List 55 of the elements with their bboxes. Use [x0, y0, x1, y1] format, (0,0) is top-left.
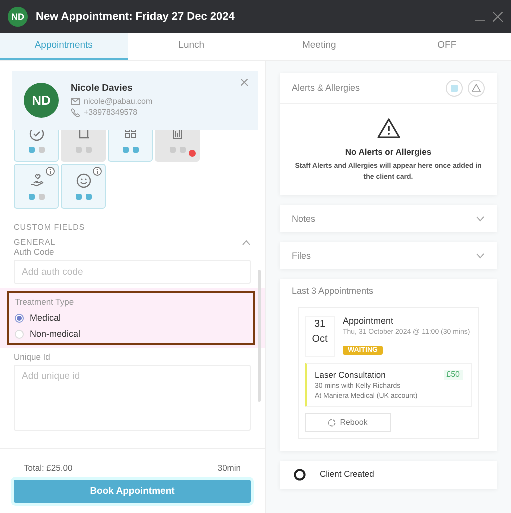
service-price: £50 [444, 370, 463, 380]
client-name: Nicole Davies [71, 83, 134, 94]
section-title: Files [292, 250, 312, 261]
field-label: Auth Code [14, 247, 56, 257]
book-appointment-button[interactable]: Book Appointment [14, 480, 251, 503]
form-tile[interactable] [61, 130, 106, 162]
client-email: nicole@pabau.com [84, 97, 153, 106]
smile-icon [76, 173, 92, 189]
radio-option[interactable]: Medical [15, 313, 247, 323]
card-title: Last 3 Appointments [292, 286, 374, 296]
date-day: 31 [314, 319, 326, 330]
hand-heart-icon [28, 173, 44, 189]
close-button[interactable] [493, 12, 503, 22]
total-price: Total: £25.00 [24, 463, 73, 473]
collapsible-section[interactable]: Notes [280, 205, 497, 232]
collapsible-section[interactable]: Files [280, 242, 497, 270]
warning-icon [376, 118, 400, 139]
rebook-button[interactable]: Rebook [305, 413, 391, 432]
input-field[interactable]: Add unique id [14, 365, 251, 431]
phone-icon [71, 108, 80, 117]
minimize-icon [475, 20, 485, 22]
group-heading: GENERAL [14, 238, 56, 247]
radio-option[interactable]: Non-medical [15, 329, 247, 339]
window-title: New Appointment: Friday 27 Dec 2024 [36, 10, 236, 22]
field-label: Unique Id [14, 352, 52, 362]
warning-icon [472, 84, 481, 92]
client-phone: +38978349578 [84, 108, 138, 117]
user-avatar: ND [8, 6, 28, 26]
refresh-icon [328, 418, 336, 427]
client-avatar: ND [24, 83, 59, 118]
timeline-title: Client Created [320, 469, 374, 480]
form-tile[interactable] [108, 130, 153, 162]
form-tile[interactable] [14, 130, 59, 162]
section-title: Notes [292, 214, 316, 224]
close-button[interactable] [241, 77, 248, 89]
field-label: Treatment Type [15, 297, 76, 307]
section-heading: CUSTOM FIELDS [14, 223, 86, 232]
card-title: Alerts & Allergies [292, 83, 360, 93]
close-icon [493, 12, 503, 22]
square-icon [451, 84, 458, 92]
scrollbar[interactable] [258, 270, 261, 402]
circle-icon [294, 469, 306, 482]
appointment-title: Appointment [343, 316, 395, 326]
input-field[interactable]: Add auth code [14, 260, 251, 284]
form-tile[interactable] [155, 130, 200, 162]
tab[interactable]: Appointments [0, 33, 128, 60]
duration: 30min [218, 463, 241, 473]
check-icon [28, 130, 44, 142]
date-month: Oct [312, 334, 328, 346]
form-tile[interactable] [14, 164, 59, 209]
service-name: Laser Consultation [315, 370, 386, 380]
warning-button[interactable] [468, 80, 485, 96]
empty-title: No Alerts or Allergies [345, 147, 432, 157]
form-tile[interactable] [61, 164, 106, 209]
mail-icon [71, 98, 80, 105]
